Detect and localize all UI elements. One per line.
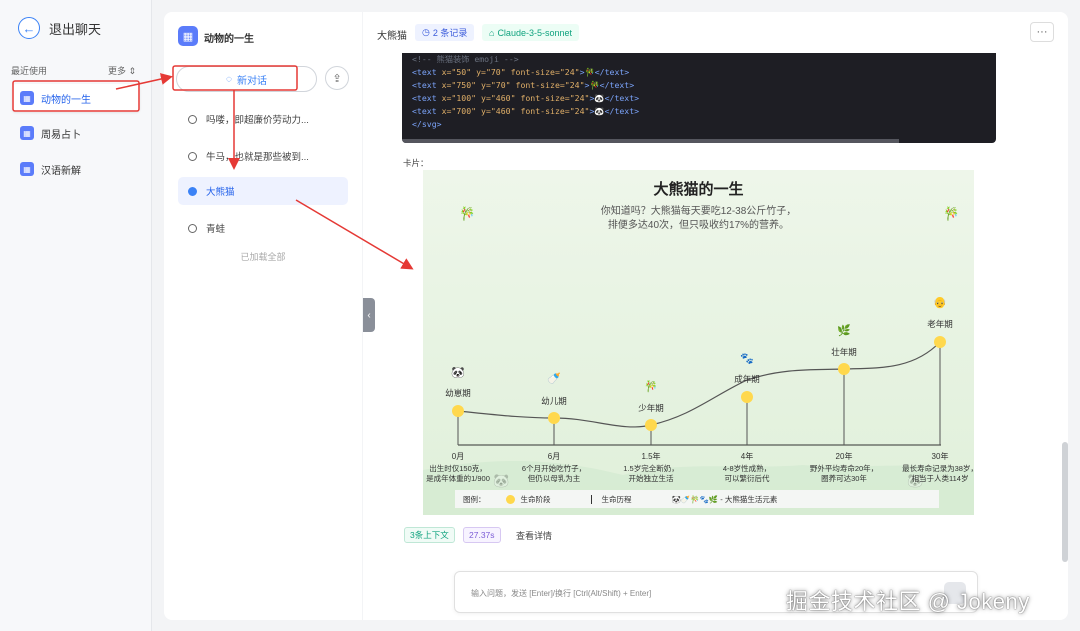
annotation-arrow — [295, 199, 414, 270]
highlight-box — [172, 65, 298, 91]
watermark: 掘金技术社区 @ Jokeny — [786, 589, 1030, 614]
annotation-arrow — [115, 73, 173, 90]
highlight-box — [12, 80, 140, 112]
annotation-overlay — [12, 65, 414, 270]
